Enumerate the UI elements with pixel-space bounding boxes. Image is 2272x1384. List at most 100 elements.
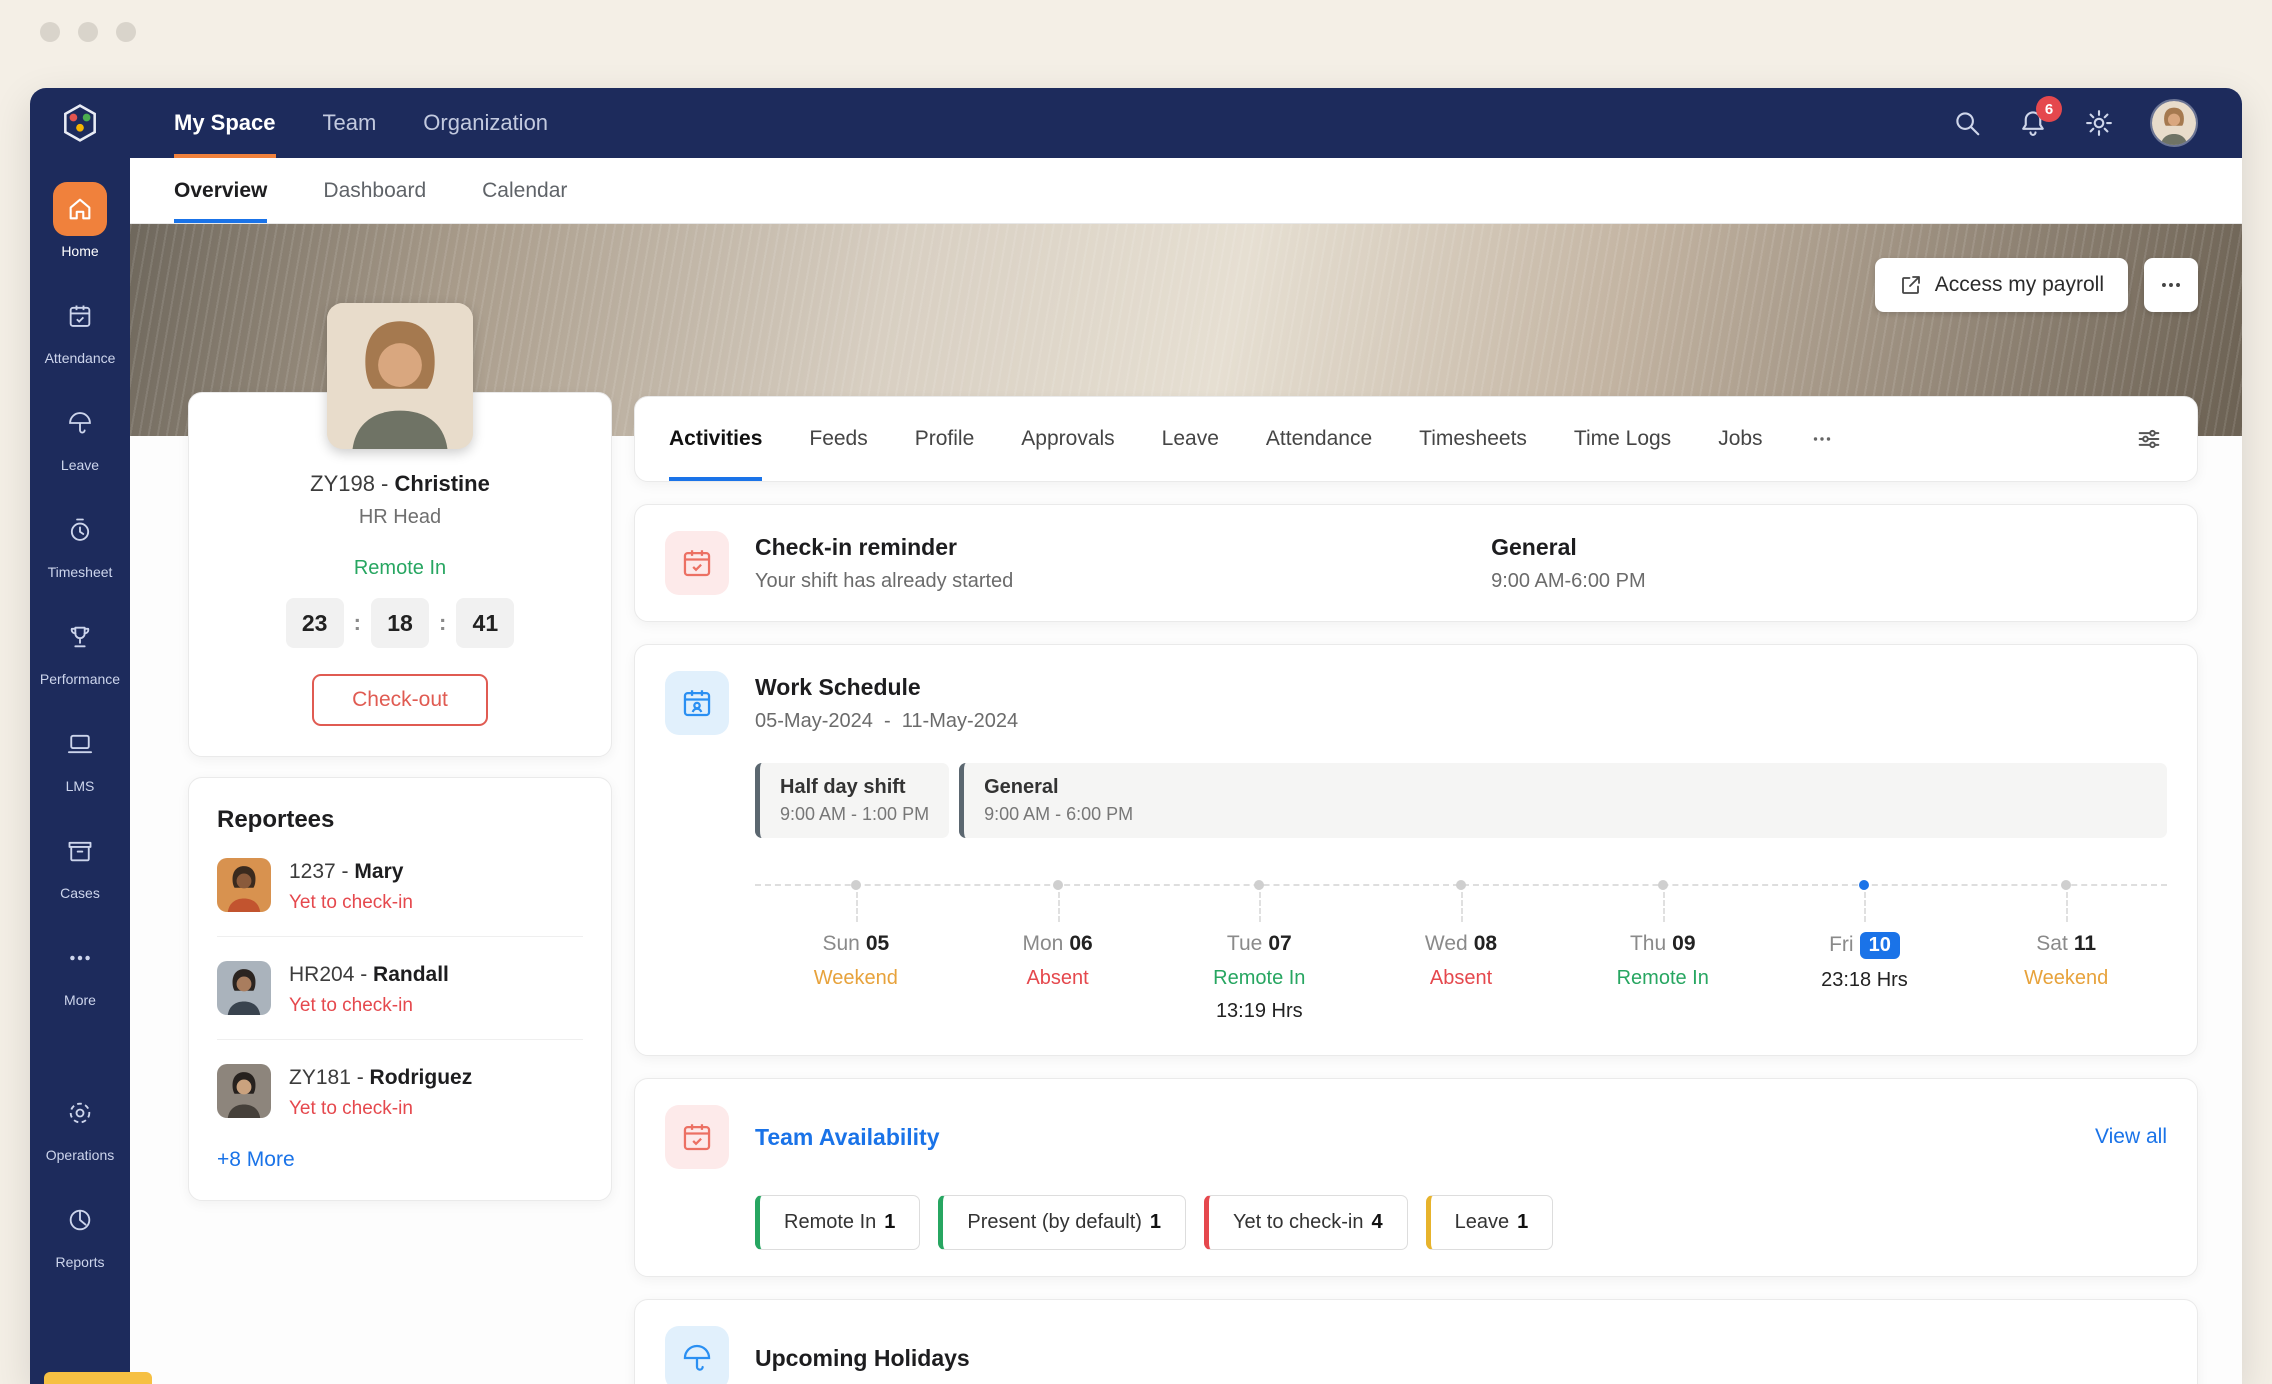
shift-name: General bbox=[1491, 533, 1577, 560]
day-column-tue[interactable]: Tue 07 Remote In 13:19 Hrs bbox=[1158, 886, 1360, 1029]
user-avatar[interactable] bbox=[2150, 99, 2198, 147]
window-dot[interactable] bbox=[78, 22, 98, 42]
window-dot[interactable] bbox=[116, 22, 136, 42]
team-availability-title: Team Availability bbox=[755, 1123, 940, 1150]
chip-leave[interactable]: Leave 1 bbox=[1425, 1195, 1554, 1250]
day-column-fri-today[interactable]: Fri 10 23:18 Hrs bbox=[1764, 886, 1966, 1029]
tab-timesheets[interactable]: Timesheets bbox=[1419, 397, 1527, 481]
tab-activities[interactable]: Activities bbox=[669, 397, 763, 481]
timesheet-clock-icon bbox=[53, 503, 107, 557]
window-controls bbox=[40, 22, 136, 42]
reportee-row[interactable]: HR204 - Randall Yet to check-in bbox=[217, 937, 583, 1040]
work-schedule-title: Work Schedule bbox=[755, 673, 921, 700]
day-column-mon[interactable]: Mon 06 Absent bbox=[957, 886, 1159, 1029]
profile-avatar[interactable] bbox=[327, 303, 473, 449]
day-column-wed[interactable]: Wed 08 Absent bbox=[1360, 886, 1562, 1029]
banner-actions: Access my payroll bbox=[1874, 258, 2198, 312]
user-avatar-image bbox=[2152, 101, 2196, 145]
sidebar-item-leave[interactable]: Leave bbox=[30, 396, 130, 473]
reportee-row[interactable]: ZY181 - Rodriguez Yet to check-in bbox=[217, 1040, 583, 1130]
tab-my-space[interactable]: My Space bbox=[174, 88, 276, 158]
reportee-avatar bbox=[217, 858, 271, 912]
chip-yet-to-check-in[interactable]: Yet to check-in 4 bbox=[1204, 1195, 1408, 1250]
home-icon bbox=[53, 182, 107, 236]
tab-calendar[interactable]: Calendar bbox=[482, 158, 567, 223]
tab-approvals[interactable]: Approvals bbox=[1021, 397, 1114, 481]
work-schedule-card: Work Schedule 05-May-2024 - 11-May-2024 … bbox=[634, 644, 2198, 1056]
reportees-title: Reportees bbox=[217, 806, 335, 833]
checkin-status: Remote In bbox=[353, 557, 447, 579]
sidebar-item-attendance[interactable]: Attendance bbox=[30, 289, 130, 366]
ellipsis-icon bbox=[2162, 283, 2180, 287]
checkin-reminder-info: Check-in reminder Your shift has already… bbox=[665, 531, 1491, 595]
chip-present[interactable]: Present (by default) 1 bbox=[938, 1195, 1187, 1250]
timer-separator: : bbox=[353, 610, 361, 635]
sidebar-item-home[interactable]: Home bbox=[30, 182, 130, 259]
availability-calendar-icon bbox=[665, 1105, 729, 1169]
day-column-thu[interactable]: Thu 09 Remote In bbox=[1562, 886, 1764, 1029]
access-payroll-button[interactable]: Access my payroll bbox=[1874, 258, 2128, 312]
sidebar-item-label: Operations bbox=[45, 1147, 115, 1163]
sidebar-item-cases[interactable]: Cases bbox=[30, 824, 130, 901]
sidebar-item-performance[interactable]: Performance bbox=[30, 610, 130, 687]
main-column: My Space Team Organization 6 Overview Da… bbox=[130, 88, 2242, 1384]
sidebar-item-timesheet[interactable]: Timesheet bbox=[30, 503, 130, 580]
sidebar-item-label: Timesheet bbox=[47, 564, 113, 580]
tab-attendance[interactable]: Attendance bbox=[1266, 397, 1372, 481]
availability-chips: Remote In 1 Present (by default) 1 Yet to … bbox=[755, 1195, 2167, 1250]
profile-tabs: Activities Feeds Profile Approvals Leave… bbox=[669, 397, 1834, 481]
tab-time-logs[interactable]: Time Logs bbox=[1574, 397, 1671, 481]
notifications-bell-icon[interactable]: 6 bbox=[2018, 96, 2062, 138]
check-out-button[interactable]: Check-out bbox=[312, 674, 488, 726]
reportee-name: HR204 - Randall bbox=[289, 963, 449, 986]
day-column-sat[interactable]: Sat 11 Weekend bbox=[1965, 886, 2167, 1029]
reportee-info: ZY181 - Rodriguez Yet to check-in bbox=[289, 1064, 472, 1120]
content-area: Access my payroll ZY198 - Christine HR H… bbox=[130, 224, 2242, 1384]
tabs-overflow-button[interactable] bbox=[1810, 397, 1834, 481]
chip-remote-in[interactable]: Remote In 1 bbox=[755, 1195, 921, 1250]
sidebar-item-label: More bbox=[64, 992, 96, 1008]
reportee-status: Yet to check-in bbox=[289, 1098, 413, 1119]
shift-segment-half-day[interactable]: Half day shift 9:00 AM - 1:00 PM bbox=[755, 763, 950, 838]
profile-card: ZY198 - Christine HR Head Remote In 23 :… bbox=[188, 303, 612, 757]
tab-feeds[interactable]: Feeds bbox=[809, 397, 867, 481]
right-column: Activities Feeds Profile Approvals Leave… bbox=[634, 396, 2198, 1384]
reportees-more-link[interactable]: +8 More bbox=[217, 1148, 295, 1172]
tab-overview[interactable]: Overview bbox=[174, 158, 268, 223]
availability-view-all-link[interactable]: View all bbox=[2095, 1125, 2167, 1149]
reportees-card: Reportees 1237 - Mary Yet to check-in HR… bbox=[188, 777, 612, 1201]
tab-dashboard[interactable]: Dashboard bbox=[323, 158, 426, 223]
work-schedule-range: 05-May-2024 - 11-May-2024 bbox=[755, 709, 1019, 732]
tab-team[interactable]: Team bbox=[323, 88, 377, 158]
day-hours: 13:19 Hrs bbox=[1215, 1000, 1303, 1022]
sidebar-item-operations[interactable]: Operations bbox=[30, 1086, 130, 1163]
sidebar-item-label: Cases bbox=[60, 885, 100, 901]
window-dot[interactable] bbox=[40, 22, 60, 42]
timer-separator: : bbox=[439, 610, 447, 635]
search-icon[interactable] bbox=[1952, 108, 1982, 138]
more-ellipsis-icon bbox=[53, 931, 107, 985]
day-status: Remote In bbox=[1213, 967, 1306, 989]
tab-jobs[interactable]: Jobs bbox=[1718, 397, 1762, 481]
tab-profile[interactable]: Profile bbox=[915, 397, 975, 481]
sidebar-item-reports[interactable]: Reports bbox=[30, 1193, 130, 1270]
people-logo-icon bbox=[64, 104, 96, 142]
profile-role: HR Head bbox=[358, 506, 442, 528]
checkin-reminder-card: Check-in reminder Your shift has already… bbox=[634, 504, 2198, 622]
day-status: Remote In bbox=[1616, 967, 1709, 989]
shift-segment-general[interactable]: General 9:00 AM - 6:00 PM bbox=[959, 763, 2167, 838]
day-column-sun[interactable]: Sun 05 Weekend bbox=[755, 886, 957, 1029]
settings-gear-icon[interactable] bbox=[2084, 108, 2114, 138]
tab-leave[interactable]: Leave bbox=[1162, 397, 1219, 481]
banner-more-button[interactable] bbox=[2144, 258, 2198, 312]
app-logo[interactable] bbox=[30, 88, 130, 158]
sidebar-item-label: Leave bbox=[60, 457, 100, 473]
sidebar-item-more[interactable]: More bbox=[30, 931, 130, 1008]
reportee-row[interactable]: 1237 - Mary Yet to check-in bbox=[217, 834, 583, 937]
checkin-reminder-subtitle: Your shift has already started bbox=[755, 569, 1014, 592]
customize-tabs-icon[interactable] bbox=[2135, 397, 2163, 481]
tab-organization[interactable]: Organization bbox=[423, 88, 548, 158]
work-timer: 23 : 18 : 41 bbox=[213, 598, 587, 648]
sidebar-item-lms[interactable]: LMS bbox=[30, 717, 130, 794]
sidebar-item-label: Reports bbox=[55, 1254, 105, 1270]
